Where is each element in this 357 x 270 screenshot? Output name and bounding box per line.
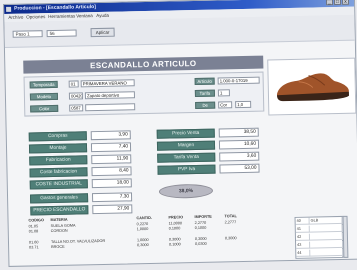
tarifa-field[interactable]: 1: [217, 89, 230, 97]
cell-cantidad: 0,2270: [136, 222, 149, 227]
cell-codigo: 01.05: [28, 224, 39, 229]
size-cell[interactable]: [310, 240, 344, 249]
size-cell[interactable]: GLB: [309, 216, 343, 225]
gastos-generales-label: Gastos generales: [29, 193, 89, 204]
coste-industrial-label: COSTE INDUSTRIAL: [29, 179, 88, 190]
compras-label: Compras: [28, 131, 87, 142]
size-grid: 40 GLB 41 42 43 44: [294, 215, 344, 259]
der-field-2[interactable]: 1,0: [235, 100, 252, 109]
color-code-field[interactable]: 0587: [69, 104, 84, 112]
cell-cantidad: 1,0000: [136, 227, 149, 232]
minimize-button[interactable]: _: [325, 0, 334, 6]
temporada-label: Temporada: [29, 80, 58, 89]
coste-fabricacion-value[interactable]: 8,40: [91, 166, 132, 177]
page-title: ESCANDALLO ARTICULO: [89, 58, 197, 71]
precio-venta-label: Precio Venta: [156, 128, 215, 139]
cell-materia: CORDON: [50, 228, 68, 234]
size-cell[interactable]: 40: [295, 217, 310, 225]
margen-label: Margen: [156, 140, 216, 151]
fabricacion-value[interactable]: 11,90: [91, 154, 132, 165]
tarifa-label: Tarifa: [194, 89, 215, 97]
size-cell[interactable]: 43: [296, 241, 311, 249]
cell-precio: 0,1000: [169, 242, 181, 247]
col-header-cantidad[interactable]: CANTID.: [136, 216, 151, 220]
size-cell[interactable]: [309, 224, 343, 233]
margen-value[interactable]: 10,60: [218, 139, 260, 150]
cell-importe: 0,1000: [194, 225, 207, 231]
cell-codigo: 01.08: [28, 229, 39, 234]
size-grid-scrollbar[interactable]: [342, 215, 349, 258]
size-cell[interactable]: 44: [296, 249, 311, 257]
modelo-value-field[interactable]: Zapato deportivo: [84, 91, 136, 100]
articulo-label: Articulo: [194, 77, 215, 86]
window-title: Produccion - [Escandallo Articulo]: [14, 4, 96, 12]
col-header-codigo[interactable]: CODIGO: [28, 218, 43, 222]
precio-escandallo-value[interactable]: 27,90: [92, 204, 133, 215]
precio-escandallo-label: PRECIO ESCANDALLO: [30, 205, 89, 216]
close-button[interactable]: x: [341, 0, 350, 5]
cell-precio: 0,3000: [168, 237, 181, 242]
articulo-field[interactable]: 1.000-0-17019: [217, 76, 260, 85]
cell-materia: SUELA GOMA: [50, 223, 76, 229]
menu-opciones[interactable]: Opciones: [26, 14, 45, 19]
tarifa-venta-label: Tarifa Venta: [157, 152, 216, 163]
menu-ventana[interactable]: Ventana: [76, 13, 93, 18]
article-form: Temporada 01 PRIMAVERA VERANO Modelo 004…: [23, 71, 265, 117]
cell-materia: BROCE: [51, 244, 65, 250]
pvp-iva-label: PVP Iva: [157, 164, 216, 175]
cost-panel: Compras 3,90 Montaje 7,40 Fabricacion 11…: [25, 119, 277, 220]
coste-fabricacion-label: Coste fabricacion: [29, 167, 88, 178]
modelo-label: Modelo: [29, 92, 59, 101]
col-header-precio[interactable]: PRECIO: [168, 215, 183, 219]
shoe-image: [276, 73, 349, 102]
cell-total: 0,3000: [224, 236, 237, 241]
cell-importe: 0,3000: [194, 236, 207, 242]
modelo-code-field[interactable]: 00420: [68, 92, 84, 100]
cell-precio: 11,0000: [168, 221, 183, 226]
app-icon: [6, 6, 12, 12]
gastos-generales-value[interactable]: 7,30: [91, 192, 133, 203]
col-header-materia[interactable]: MATERIA: [50, 218, 67, 222]
coste-industrial-value[interactable]: 18,00: [91, 178, 132, 189]
size-cell[interactable]: [309, 232, 344, 241]
menu-ayuda[interactable]: Ayuda: [96, 13, 109, 18]
precio-venta-value[interactable]: 38,50: [218, 127, 259, 138]
menu-archivo[interactable]: Archivo: [8, 15, 23, 20]
pvp-iva-value[interactable]: 53,00: [219, 163, 260, 174]
cell-total: 2,2777: [224, 220, 237, 225]
size-cell[interactable]: 41: [295, 225, 310, 233]
header-band: ESCANDALLO ARTICULO: [23, 55, 264, 74]
der-field[interactable]: Cor: [218, 101, 233, 109]
product-image: [267, 57, 357, 116]
cell-cantidad: 0,3000: [137, 243, 149, 248]
number-select[interactable]: 56: [46, 29, 77, 38]
col-header-total[interactable]: TOTAL: [224, 214, 236, 218]
cell-cantidad: 1,0000: [136, 238, 149, 243]
materials-table: CODIGO MATERIA CANTID. PRECIO IMPORTE TO…: [26, 213, 291, 265]
tarifa-venta-value[interactable]: 3,60: [219, 151, 260, 162]
der-label: De: [195, 101, 216, 109]
montaje-value[interactable]: 7,40: [90, 142, 132, 153]
application-window: Produccion - [Escandallo Articulo] _ □ x…: [3, 0, 357, 267]
size-cell[interactable]: 42: [295, 233, 311, 241]
cell-precio: 0,1000: [168, 226, 181, 231]
cell-codigo: 03.71: [29, 245, 39, 250]
cell-importe: 2,2770: [194, 220, 207, 226]
color-value-field[interactable]: [85, 103, 136, 112]
menu-herramientas[interactable]: Herramientas: [48, 13, 75, 19]
color-label: Color: [30, 104, 59, 113]
apply-button[interactable]: Aplicar: [90, 27, 115, 38]
cell-importe: 0,0300: [195, 241, 207, 247]
col-header-importe[interactable]: IMPORTE: [194, 215, 211, 219]
maximize-button[interactable]: □: [333, 0, 342, 6]
temporada-code-field[interactable]: 01: [68, 80, 79, 88]
temporada-value-field[interactable]: PRIMAVERA VERANO: [80, 79, 135, 88]
montaje-label: Montaje: [28, 143, 88, 154]
compras-value[interactable]: 3,90: [90, 130, 131, 141]
step-select[interactable]: Paso 1: [12, 30, 43, 38]
fabricacion-label: Fabricacion: [29, 155, 88, 166]
size-cell[interactable]: [310, 248, 344, 257]
cell-codigo: 01.60: [28, 240, 39, 245]
